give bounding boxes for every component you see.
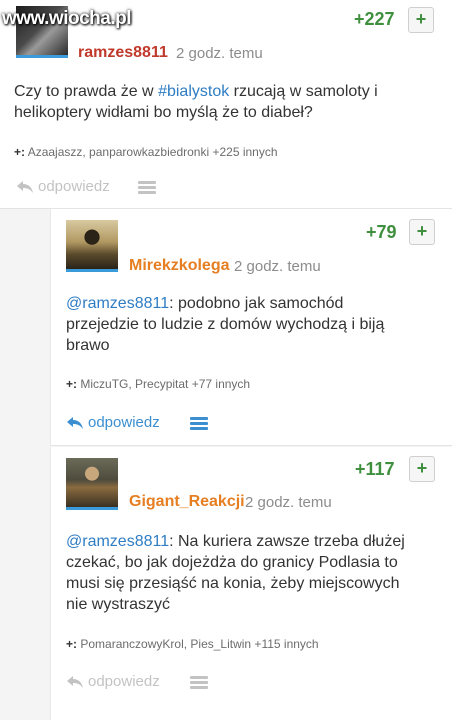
reply-label: odpowiedz <box>88 673 160 690</box>
voters-prefix: +: <box>14 145 26 159</box>
reply-arrow-icon <box>67 675 83 688</box>
vote-score: +79 <box>366 222 397 242</box>
menu-lines-icon[interactable] <box>190 417 208 431</box>
reply-button[interactable]: odpowiedz <box>66 414 160 431</box>
timestamp: 2 godz. temu <box>176 45 263 62</box>
author-name[interactable]: Mirekzkolega <box>129 257 229 275</box>
voters-names[interactable]: MiczuTG, Precypitat +77 innych <box>80 377 250 391</box>
reply-label: odpowiedz <box>38 178 110 195</box>
comment-card: Gigant_Reakcji 2 godz. temu +117 + @ramz… <box>50 447 452 720</box>
comment-text: @ramzes8811: podobno jak samochód przeje… <box>66 293 386 356</box>
voters-prefix: +: <box>66 377 78 391</box>
comment-card: www.wiocha.pl ramzes8811 2 godz. temu +2… <box>0 0 452 209</box>
reply-label: odpowiedz <box>88 414 160 431</box>
voters-names[interactable]: PomaranczowyKrol, Pies_Litwin +115 innyc… <box>80 637 318 651</box>
author-name[interactable]: Gigant_Reakcji <box>129 493 245 511</box>
watermark-logo: www.wiocha.pl <box>2 8 131 29</box>
vote-score: +117 <box>355 459 395 479</box>
voters-list: +: MiczuTG, Precypitat +77 innych <box>66 377 250 391</box>
comment-text: Czy to prawda że w #bialystok rzucają w … <box>14 81 434 123</box>
reply-arrow-icon <box>17 180 33 193</box>
upvote-button[interactable]: + <box>409 456 435 482</box>
reply-button[interactable]: odpowiedz <box>66 673 160 690</box>
reply-button[interactable]: odpowiedz <box>16 178 110 195</box>
avatar[interactable] <box>66 220 118 272</box>
hashtag-link[interactable]: #bialystok <box>158 83 229 100</box>
author-name[interactable]: ramzes8811 <box>78 44 168 62</box>
comment-card: Mirekzkolega 2 godz. temu +79 + @ramzes8… <box>50 209 452 446</box>
voters-list: +: PomaranczowyKrol, Pies_Litwin +115 in… <box>66 637 319 651</box>
vote-score: +227 <box>354 9 395 29</box>
upvote-button[interactable]: + <box>408 7 434 33</box>
mention-link[interactable]: @ramzes8811 <box>66 295 169 312</box>
comment-text: @ramzes8811: Na kuriera zawsze trzeba dł… <box>66 531 416 615</box>
voters-list: +: Azaajaszz, panparowkazbiedronki +225 … <box>14 145 278 159</box>
voters-names[interactable]: Azaajaszz, panparowkazbiedronki +225 inn… <box>28 145 278 159</box>
menu-lines-icon[interactable] <box>190 676 208 690</box>
timestamp: 2 godz. temu <box>234 258 321 275</box>
comment-text-pre: Czy to prawda że w <box>14 83 159 100</box>
mention-link[interactable]: @ramzes8811 <box>66 533 169 550</box>
menu-lines-icon[interactable] <box>138 181 156 195</box>
upvote-button[interactable]: + <box>409 219 435 245</box>
reply-arrow-icon <box>67 416 83 429</box>
avatar[interactable] <box>66 458 118 510</box>
timestamp: 2 godz. temu <box>245 494 332 511</box>
voters-prefix: +: <box>66 637 78 651</box>
